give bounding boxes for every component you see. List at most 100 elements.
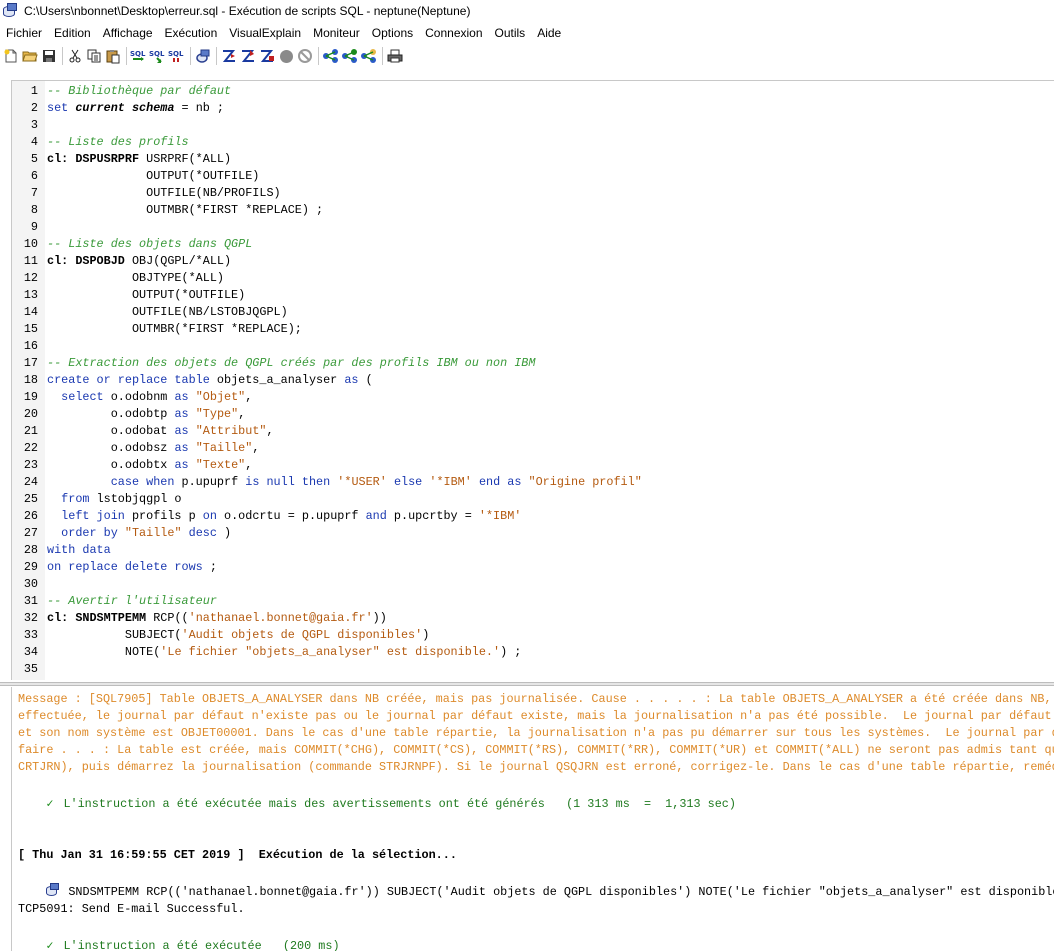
code-line[interactable]: 13 OUTPUT(*OUTFILE) <box>12 287 1054 304</box>
code-token: as <box>344 373 359 387</box>
code-line[interactable]: 12 OBJTYPE(*ALL) <box>12 270 1054 287</box>
code-line[interactable]: 4 -- Liste des profils <box>12 134 1054 151</box>
line-number: 12 <box>23 271 38 285</box>
menu-edition[interactable]: Edition <box>48 22 97 44</box>
code-line[interactable]: 6 OUTPUT(*OUTFILE) <box>12 168 1054 185</box>
code-line[interactable]: 28 with data <box>12 542 1054 559</box>
menu-affichage[interactable]: Affichage <box>97 22 159 44</box>
code-line[interactable]: 31 -- Avertir l'utilisateur <box>12 593 1054 610</box>
pane-splitter[interactable] <box>0 682 1054 686</box>
code-line[interactable]: 10 -- Liste des objets dans QGPL <box>12 236 1054 253</box>
menu-options[interactable]: Options <box>366 22 419 44</box>
code-line[interactable]: 9 <box>12 219 1054 236</box>
code-token: , <box>238 407 246 421</box>
line-number: 8 <box>30 203 38 217</box>
code-token: '*IBM' <box>429 475 472 489</box>
code-token: ; <box>202 560 217 574</box>
code-line[interactable]: 33 SUBJECT('Audit objets de QGPL disponi… <box>12 627 1054 644</box>
sql-editor[interactable]: 1 -- Bibliothèque par défaut 2 set current … <box>11 80 1054 680</box>
code-line[interactable]: 30 <box>12 576 1054 593</box>
code-line[interactable]: 11 cl: DSPOBJD OBJ(QGPL/*ALL) <box>12 253 1054 270</box>
visual-explain-selected-icon[interactable] <box>360 47 378 65</box>
run-selected-icon[interactable]: SQL <box>168 47 186 65</box>
code-line[interactable]: 5 cl: DSPUSRPRF USRPRF(*ALL) <box>12 151 1054 168</box>
code-token: ) <box>216 526 232 540</box>
explain-selected-icon[interactable] <box>258 47 276 65</box>
line-number: 26 <box>23 509 38 523</box>
toolbar-separator <box>216 47 217 65</box>
connection-icon[interactable] <box>194 47 212 65</box>
run-all-icon[interactable]: SQL <box>130 47 148 65</box>
code-line[interactable]: 2 set current schema = nb ; <box>12 100 1054 117</box>
menu-execution[interactable]: Exécution <box>159 22 224 44</box>
line-number: 16 <box>23 339 38 353</box>
code-line[interactable]: 3 <box>12 117 1054 134</box>
code-token: OUTFILE(NB/LSTOBJQGPL) <box>47 305 288 319</box>
explain-icon[interactable] <box>220 47 238 65</box>
print-icon[interactable] <box>386 47 404 65</box>
line-number: 25 <box>23 492 38 506</box>
line-number: 22 <box>23 441 38 455</box>
code-line[interactable]: 22 o.odobsz as "Taille", <box>12 440 1054 457</box>
line-number: 1 <box>30 84 38 98</box>
line-number: 30 <box>23 577 38 591</box>
code-line[interactable]: 29 on replace delete rows ; <box>12 559 1054 576</box>
code-token: o.odobnm <box>103 390 175 404</box>
cancel-icon[interactable] <box>296 47 314 65</box>
code-area[interactable]: 1 -- Bibliothèque par défaut 2 set current … <box>12 83 1054 678</box>
code-line[interactable]: 23 o.odobtx as "Texte", <box>12 457 1054 474</box>
code-line[interactable]: 21 o.odobat as "Attribut", <box>12 423 1054 440</box>
line-number: 29 <box>23 560 38 574</box>
success-with-warnings-line: ✓ L'instruction a été exécutée mais des a… <box>18 779 736 830</box>
code-line[interactable]: 26 left join profils p on o.odcrtu = p.u… <box>12 508 1054 525</box>
menu-outils[interactable]: Outils <box>489 22 532 44</box>
code-line[interactable]: 32 cl: SNDSMTPEMM RCP(('nathanael.bonnet@… <box>12 610 1054 627</box>
save-icon[interactable] <box>40 47 58 65</box>
paste-icon[interactable] <box>104 47 122 65</box>
warning-message-line: CRTJRN), puis démarrez la journalisation… <box>18 760 1054 774</box>
line-number: 13 <box>23 288 38 302</box>
stop-icon[interactable] <box>277 47 295 65</box>
results-pane[interactable]: Message : [SQL7905] Table OBJETS_A_ANALY… <box>11 687 1054 951</box>
code-token: p.upuprf <box>174 475 246 489</box>
code-line[interactable]: 18 create or replace table objets_a_analy… <box>12 372 1054 389</box>
code-line[interactable]: 15 OUTMBR(*FIRST *REPLACE); <box>12 321 1054 338</box>
code-line[interactable]: 35 <box>12 661 1054 678</box>
code-line[interactable]: 14 OUTFILE(NB/LSTOBJQGPL) <box>12 304 1054 321</box>
run-from-selection-icon[interactable]: SQL <box>149 47 167 65</box>
visual-explain-icon[interactable] <box>322 47 340 65</box>
code-token: cl: DSPUSRPRF <box>47 152 140 166</box>
copy-icon[interactable] <box>85 47 103 65</box>
code-line[interactable]: 20 o.odobtp as "Type", <box>12 406 1054 423</box>
code-line[interactable]: 25 from lstobjqgpl o <box>12 491 1054 508</box>
code-line[interactable]: 34 NOTE('Le fichier "objets_a_analyser" … <box>12 644 1054 661</box>
code-token: else <box>393 475 423 489</box>
code-line[interactable]: 19 select o.odobnm as "Objet", <box>12 389 1054 406</box>
line-number: 10 <box>23 237 38 251</box>
new-file-icon[interactable] <box>2 47 20 65</box>
menu-moniteur[interactable]: Moniteur <box>307 22 366 44</box>
code-line[interactable]: 1 -- Bibliothèque par défaut <box>12 83 1054 100</box>
open-folder-icon[interactable] <box>21 47 39 65</box>
menu-aide[interactable]: Aide <box>531 22 567 44</box>
code-token: 'Audit objets de QGPL disponibles' <box>181 628 423 642</box>
cut-icon[interactable] <box>66 47 84 65</box>
visual-explain-run-icon[interactable] <box>341 47 359 65</box>
code-line[interactable]: 7 OUTFILE(NB/PROFILS) <box>12 185 1054 202</box>
toolbar: SQL SQL SQL <box>0 44 1054 68</box>
line-number: 15 <box>23 322 38 336</box>
menu-connexion[interactable]: Connexion <box>419 22 488 44</box>
code-line[interactable]: 16 <box>12 338 1054 355</box>
code-line[interactable]: 24 case when p.upuprf is null then '*USE… <box>12 474 1054 491</box>
toolbar-separator <box>190 47 191 65</box>
explain-run-icon[interactable] <box>239 47 257 65</box>
menu-visualexplain[interactable]: VisualExplain <box>223 22 307 44</box>
code-line[interactable]: 8 OUTMBR(*FIRST *REPLACE) ; <box>12 202 1054 219</box>
code-line[interactable]: 17 -- Extraction des objets de QGPL créés… <box>12 355 1054 372</box>
code-token: from <box>47 492 90 506</box>
menu-fichier[interactable]: Fichier <box>0 22 48 44</box>
code-line[interactable]: 27 order by "Taille" desc ) <box>12 525 1054 542</box>
